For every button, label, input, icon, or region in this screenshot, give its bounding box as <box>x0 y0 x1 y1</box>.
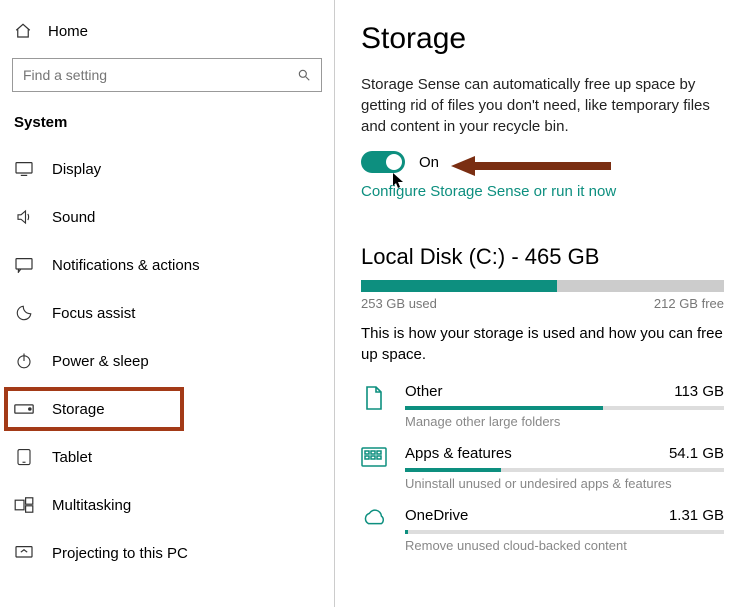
sidebar-item-label: Multitasking <box>52 497 131 514</box>
category-name: Other <box>405 383 443 400</box>
display-icon <box>14 161 34 177</box>
storage-sense-toggle[interactable] <box>361 151 405 173</box>
sidebar-item-label: Projecting to this PC <box>52 545 188 562</box>
category-sub: Manage other large folders <box>405 414 724 429</box>
category-name: Apps & features <box>405 445 512 462</box>
category-other[interactable]: Other 113 GB Manage other large folders <box>361 383 724 429</box>
disk-free-label: 212 GB free <box>654 296 724 311</box>
category-bar <box>405 468 724 472</box>
storage-icon <box>14 403 34 415</box>
sidebar-item-power-sleep[interactable]: Power & sleep <box>0 337 334 385</box>
disk-description: This is how your storage is used and how… <box>361 323 724 365</box>
category-size: 113 GB <box>674 383 724 400</box>
focus-assist-icon <box>14 304 34 322</box>
category-onedrive[interactable]: OneDrive 1.31 GB Remove unused cloud-back… <box>361 507 724 553</box>
sidebar-item-storage[interactable]: Storage <box>0 385 334 433</box>
category-size: 1.31 GB <box>669 507 724 524</box>
sidebar-item-label: Storage <box>52 401 105 418</box>
section-label: System <box>0 110 334 145</box>
projecting-icon <box>14 545 34 561</box>
category-size: 54.1 GB <box>669 445 724 462</box>
apps-icon <box>361 445 387 467</box>
sidebar-item-projecting[interactable]: Projecting to this PC <box>0 529 334 577</box>
category-bar <box>405 530 724 534</box>
storage-sense-description: Storage Sense can automatically free up … <box>361 74 724 137</box>
notifications-icon <box>14 257 34 273</box>
configure-storage-sense-link[interactable]: Configure Storage Sense or run it now <box>361 183 724 200</box>
tablet-icon <box>14 448 34 466</box>
category-sub: Uninstall unused or undesired apps & fea… <box>405 476 724 491</box>
sidebar-item-label: Tablet <box>52 449 92 466</box>
cursor-icon <box>393 173 407 189</box>
sidebar-item-focus-assist[interactable]: Focus assist <box>0 289 334 337</box>
home-label: Home <box>48 23 88 40</box>
other-icon <box>361 383 387 411</box>
storage-sense-toggle-row: On <box>361 151 724 173</box>
search-icon <box>297 68 311 82</box>
sidebar-item-label: Notifications & actions <box>52 257 200 274</box>
toggle-label: On <box>419 154 439 171</box>
page-title: Storage <box>361 22 724 56</box>
category-apps[interactable]: Apps & features 54.1 GB Uninstall unused … <box>361 445 724 491</box>
home-button[interactable]: Home <box>0 18 334 58</box>
sidebar-item-label: Power & sleep <box>52 353 149 370</box>
disk-usage-labels: 253 GB used 212 GB free <box>361 296 724 311</box>
disk-used-label: 253 GB used <box>361 296 437 311</box>
annotation-arrow-icon <box>451 156 611 176</box>
search-input[interactable] <box>23 67 311 83</box>
disk-usage-bar <box>361 280 724 292</box>
main-panel: Storage Storage Sense can automatically … <box>335 0 750 607</box>
disk-usage-bar-used <box>361 280 557 292</box>
category-name: OneDrive <box>405 507 468 524</box>
sidebar-item-display[interactable]: Display <box>0 145 334 193</box>
nav-list: Display Sound Notifications & actions Fo… <box>0 145 334 577</box>
sidebar-item-tablet[interactable]: Tablet <box>0 433 334 481</box>
sidebar-item-notifications[interactable]: Notifications & actions <box>0 241 334 289</box>
onedrive-icon <box>361 507 387 527</box>
category-bar <box>405 406 724 410</box>
sidebar-item-sound[interactable]: Sound <box>0 193 334 241</box>
sidebar-item-label: Sound <box>52 209 95 226</box>
search-input-container[interactable] <box>12 58 322 92</box>
category-sub: Remove unused cloud-backed content <box>405 538 724 553</box>
disk-title: Local Disk (C:) - 465 GB <box>361 244 724 270</box>
power-icon <box>14 352 34 370</box>
sidebar: Home System Display Sound Notifications … <box>0 0 335 607</box>
sidebar-item-label: Focus assist <box>52 305 135 322</box>
sidebar-item-multitasking[interactable]: Multitasking <box>0 481 334 529</box>
home-icon <box>14 22 32 40</box>
sidebar-item-label: Display <box>52 161 101 178</box>
multitasking-icon <box>14 497 34 513</box>
sound-icon <box>14 208 34 226</box>
